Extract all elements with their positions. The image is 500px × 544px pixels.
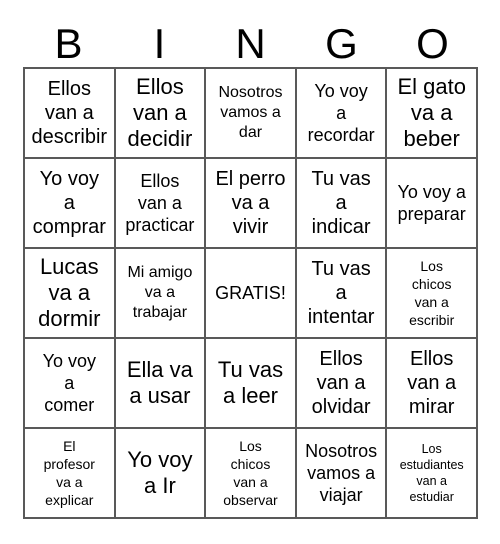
bingo-cell-text: Ellos van a olvidar [311,348,371,418]
bingo-cell-text: Ella va a usar [126,357,193,408]
bingo-cell-b5[interactable]: El profesor va a explicar [25,429,116,519]
bingo-cell-text: Ellos van a decidir [127,74,193,151]
bingo-cell-b2[interactable]: Yo voy a comprar [25,159,116,249]
bingo-cell-text: Tu vas a intentar [307,258,375,328]
bingo-grid: Ellos van a describir Ellos van a decidi… [23,67,478,519]
bingo-cell-b1[interactable]: Ellos van a describir [25,69,116,159]
bingo-cell-b4[interactable]: Yo voy a comer [25,339,116,429]
bingo-cell-g3[interactable]: Tu vas a intentar [296,249,388,339]
free-space-label: GRATIS! [215,283,286,303]
bingo-cell-text: Ellos van a practicar [125,171,195,235]
bingo-cell-text: Yo voy a Ir [127,447,193,498]
bingo-cell-g1[interactable]: Yo voy a recordar [296,69,388,159]
bingo-cell-i2[interactable]: Ellos van a practicar [115,159,207,249]
bingo-cell-b3[interactable]: Lucas va a dormir [25,249,116,339]
bingo-cell-text: Ellos van a mirar [407,348,457,418]
bingo-cell-n1[interactable]: Nosotros vamos a dar [206,69,297,159]
bingo-cell-i1[interactable]: Ellos van a decidir [115,69,207,159]
bingo-cell-text: Lucas va a dormir [38,254,101,331]
bingo-cell-text: Yo voy a comer [42,351,96,415]
header-letter-b: B [54,20,83,67]
bingo-cell-text: Los estudiantes van a estudiar [399,442,464,504]
bingo-cell-o4[interactable]: Ellos van a mirar [387,339,478,429]
bingo-cell-text: Mi amigo va a trabajar [127,264,193,321]
bingo-cell-n4[interactable]: Tu vas a leer [206,339,297,429]
bingo-cell-text: El profesor va a explicar [43,438,95,508]
bingo-cell-text: El gato va a beber [397,74,466,151]
bingo-cell-text: Yo voy a comprar [32,168,106,238]
bingo-cell-o1[interactable]: El gato va a beber [387,69,478,159]
bingo-cell-free-space[interactable]: GRATIS! [206,249,297,339]
header-letter-n: N [235,20,266,67]
bingo-cell-n5[interactable]: Los chicos van a observar [206,429,297,519]
bingo-cell-n2[interactable]: El perro va a vivir [206,159,297,249]
bingo-cell-text: Los chicos van a escribir [409,258,455,328]
header-letter-g: G [325,20,358,67]
bingo-cell-text: Nosotros vamos a dar [218,84,283,141]
bingo-cell-g2[interactable]: Tu vas a indicar [296,159,388,249]
bingo-cell-text: Los chicos van a observar [223,438,278,508]
header-letter-o: O [416,20,449,67]
bingo-cell-text: Ellos van a describir [31,78,108,148]
bingo-cell-text: Yo voy a preparar [397,182,466,224]
bingo-cell-o3[interactable]: Los chicos van a escribir [387,249,478,339]
header-letter-i: I [153,20,166,67]
bingo-header: B I N G O [23,15,478,67]
bingo-cell-o5[interactable]: Los estudiantes van a estudiar [387,429,478,519]
bingo-cell-g5[interactable]: Nosotros vamos a viajar [296,429,388,519]
bingo-cell-g4[interactable]: Ellos van a olvidar [296,339,388,429]
bingo-card: B I N G O Ellos van a describir Ellos va… [0,0,500,544]
bingo-cell-i3[interactable]: Mi amigo va a trabajar [115,249,207,339]
bingo-cell-text: Tu vas a leer [217,357,284,408]
bingo-cell-text: Yo voy a recordar [307,81,375,145]
bingo-cell-text: El perro va a vivir [215,168,286,238]
bingo-cell-i4[interactable]: Ella va a usar [115,339,207,429]
bingo-cell-o2[interactable]: Yo voy a preparar [387,159,478,249]
bingo-cell-text: Nosotros vamos a viajar [305,441,378,505]
bingo-cell-i5[interactable]: Yo voy a Ir [115,429,207,519]
bingo-cell-text: Tu vas a indicar [311,168,371,238]
